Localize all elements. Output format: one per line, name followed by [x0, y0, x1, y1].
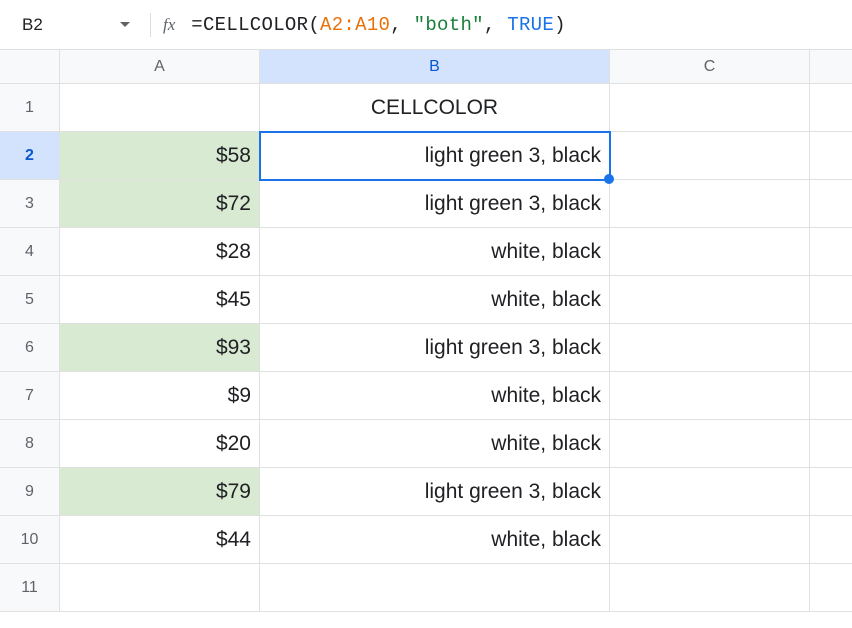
- spreadsheet-grid: ABC1CELLCOLOR2$58light green 3, black3$7…: [0, 50, 852, 612]
- cell-extra-11[interactable]: [810, 564, 852, 612]
- cell-a6[interactable]: $93: [60, 324, 260, 372]
- cell-extra-8[interactable]: [810, 420, 852, 468]
- row-header-1[interactable]: 1: [0, 84, 60, 132]
- row-header-6[interactable]: 6: [0, 324, 60, 372]
- cell-extra-6[interactable]: [810, 324, 852, 372]
- row-header-8[interactable]: 8: [0, 420, 60, 468]
- cell-extra-10[interactable]: [810, 516, 852, 564]
- cell-b11[interactable]: [260, 564, 610, 612]
- formula-comma: ,: [390, 14, 413, 36]
- cell-c9[interactable]: [610, 468, 810, 516]
- formula-bar-container: B2 fx =CELLCOLOR(A2:A10, "both", TRUE): [0, 0, 852, 50]
- cell-c7[interactable]: [610, 372, 810, 420]
- column-header-a[interactable]: A: [60, 50, 260, 84]
- cell-c10[interactable]: [610, 516, 810, 564]
- cell-extra-7[interactable]: [810, 372, 852, 420]
- formula-input[interactable]: =CELLCOLOR(A2:A10, "both", TRUE): [191, 14, 566, 36]
- cell-extra-3[interactable]: [810, 180, 852, 228]
- cell-a9[interactable]: $79: [60, 468, 260, 516]
- formula-range: A2:A10: [320, 14, 390, 36]
- cell-c1[interactable]: [610, 84, 810, 132]
- select-all-corner[interactable]: [0, 50, 60, 84]
- cell-a7[interactable]: $9: [60, 372, 260, 420]
- cell-b3[interactable]: light green 3, black: [260, 180, 610, 228]
- cell-c5[interactable]: [610, 276, 810, 324]
- dropdown-arrow-icon[interactable]: [120, 22, 130, 27]
- cell-extra-4[interactable]: [810, 228, 852, 276]
- cell-a3[interactable]: $72: [60, 180, 260, 228]
- cell-a4[interactable]: $28: [60, 228, 260, 276]
- formula-open-paren: (: [308, 14, 320, 36]
- cell-a10[interactable]: $44: [60, 516, 260, 564]
- cell-extra-9[interactable]: [810, 468, 852, 516]
- cell-b5[interactable]: white, black: [260, 276, 610, 324]
- cell-c11[interactable]: [610, 564, 810, 612]
- formula-equals: =: [191, 14, 203, 36]
- cell-a8[interactable]: $20: [60, 420, 260, 468]
- cell-b7[interactable]: white, black: [260, 372, 610, 420]
- fx-icon[interactable]: fx: [163, 15, 175, 35]
- row-header-9[interactable]: 9: [0, 468, 60, 516]
- cell-b10[interactable]: white, black: [260, 516, 610, 564]
- name-box[interactable]: B2: [8, 15, 138, 35]
- cell-a11[interactable]: [60, 564, 260, 612]
- cell-c4[interactable]: [610, 228, 810, 276]
- formula-close-paren: ): [554, 14, 566, 36]
- cell-c6[interactable]: [610, 324, 810, 372]
- row-header-5[interactable]: 5: [0, 276, 60, 324]
- cell-extra-2[interactable]: [810, 132, 852, 180]
- cell-extra-1[interactable]: [810, 84, 852, 132]
- cell-a1[interactable]: [60, 84, 260, 132]
- cell-b4[interactable]: white, black: [260, 228, 610, 276]
- cell-c8[interactable]: [610, 420, 810, 468]
- fill-handle[interactable]: [604, 174, 614, 184]
- column-header-c[interactable]: C: [610, 50, 810, 84]
- cell-b2[interactable]: light green 3, black: [260, 132, 610, 180]
- row-header-7[interactable]: 7: [0, 372, 60, 420]
- cell-b6[interactable]: light green 3, black: [260, 324, 610, 372]
- formula-comma: ,: [484, 14, 507, 36]
- formula-fn-name: CELLCOLOR: [203, 14, 308, 36]
- name-box-value: B2: [22, 15, 43, 35]
- cell-b8[interactable]: white, black: [260, 420, 610, 468]
- cell-b9[interactable]: light green 3, black: [260, 468, 610, 516]
- cell-c3[interactable]: [610, 180, 810, 228]
- column-header-b[interactable]: B: [260, 50, 610, 84]
- formula-string: "both": [414, 14, 484, 36]
- cell-c2[interactable]: [610, 132, 810, 180]
- row-header-4[interactable]: 4: [0, 228, 60, 276]
- row-header-3[interactable]: 3: [0, 180, 60, 228]
- column-header-extra[interactable]: [810, 50, 852, 84]
- divider: [150, 13, 151, 37]
- row-header-2[interactable]: 2: [0, 132, 60, 180]
- row-header-10[interactable]: 10: [0, 516, 60, 564]
- row-header-11[interactable]: 11: [0, 564, 60, 612]
- cell-a5[interactable]: $45: [60, 276, 260, 324]
- cell-b1[interactable]: CELLCOLOR: [260, 84, 610, 132]
- formula-bool: TRUE: [507, 14, 554, 36]
- cell-extra-5[interactable]: [810, 276, 852, 324]
- cell-a2[interactable]: $58: [60, 132, 260, 180]
